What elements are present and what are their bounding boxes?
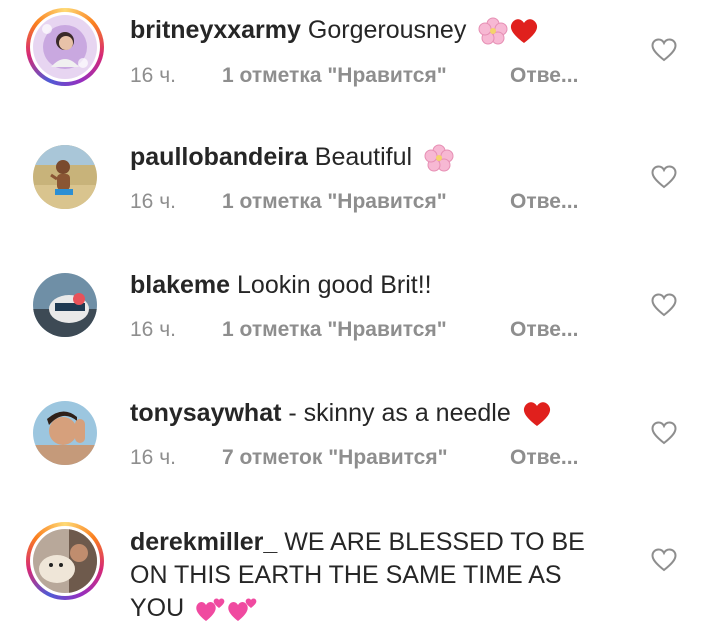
avatar bbox=[33, 273, 97, 337]
comment-time: 16 ч. bbox=[130, 190, 176, 213]
avatar-story-ring[interactable] bbox=[26, 8, 104, 86]
heart-outline-icon[interactable] bbox=[651, 165, 677, 189]
avatar bbox=[33, 529, 97, 593]
avatar bbox=[33, 401, 97, 465]
comment-text: Gorgerousney bbox=[307, 16, 467, 44]
comment-likes-link[interactable]: 7 отметок "Нравится" bbox=[222, 446, 510, 470]
comment-text: Beautiful bbox=[314, 143, 413, 171]
avatar-container[interactable] bbox=[26, 394, 104, 472]
reply-button[interactable]: Отве... bbox=[510, 318, 578, 341]
comment-username[interactable]: paullobandeira bbox=[130, 143, 308, 171]
red-heart-icon bbox=[511, 19, 538, 44]
cherry-blossom-icon bbox=[424, 144, 454, 172]
two-hearts-icon bbox=[228, 598, 257, 622]
heart-outline-icon[interactable] bbox=[651, 421, 677, 445]
comment-username[interactable]: derekmiller_ bbox=[130, 528, 277, 556]
comment-time: 16 ч. bbox=[130, 64, 176, 87]
comment-likes-link[interactable]: 1 отметка "Нравится" bbox=[222, 64, 510, 88]
avatar bbox=[33, 145, 97, 209]
avatar bbox=[33, 15, 97, 79]
comment-username[interactable]: britneyxxarmy bbox=[130, 16, 301, 44]
avatar-story-ring[interactable] bbox=[26, 522, 104, 600]
comment-time: 16 ч. bbox=[130, 318, 176, 341]
reply-button[interactable]: Отве... bbox=[510, 446, 578, 469]
red-heart-icon bbox=[523, 402, 550, 427]
comment-username[interactable]: tonysaywhat bbox=[130, 399, 281, 427]
comment-time: 16 ч. bbox=[130, 446, 176, 469]
avatar-container[interactable] bbox=[26, 138, 104, 216]
heart-outline-icon[interactable] bbox=[651, 293, 677, 317]
reply-button[interactable]: Отве... bbox=[510, 190, 578, 213]
reply-button[interactable]: Отве... bbox=[510, 64, 578, 87]
heart-outline-icon[interactable] bbox=[651, 548, 677, 572]
comment-text: - skinny as a needle bbox=[288, 399, 511, 427]
comment-username[interactable]: blakeme bbox=[130, 271, 230, 299]
comment-likes-link[interactable]: 1 отметка "Нравится" bbox=[222, 190, 510, 214]
avatar-container[interactable] bbox=[26, 266, 104, 344]
comment-text-block: derekmiller_ WE ARE BLESSED TO BE ON THI… bbox=[130, 526, 620, 625]
heart-outline-icon[interactable] bbox=[651, 38, 677, 62]
cherry-blossom-icon bbox=[478, 17, 508, 45]
comments-list: britneyxxarmy Gorgerousney 16 ч. 1 отметк… bbox=[0, 0, 719, 640]
two-hearts-icon bbox=[196, 598, 225, 622]
comment-likes-link[interactable]: 1 отметка "Нравится" bbox=[222, 318, 510, 342]
comment-text: Lookin good Brit!! bbox=[237, 271, 432, 299]
